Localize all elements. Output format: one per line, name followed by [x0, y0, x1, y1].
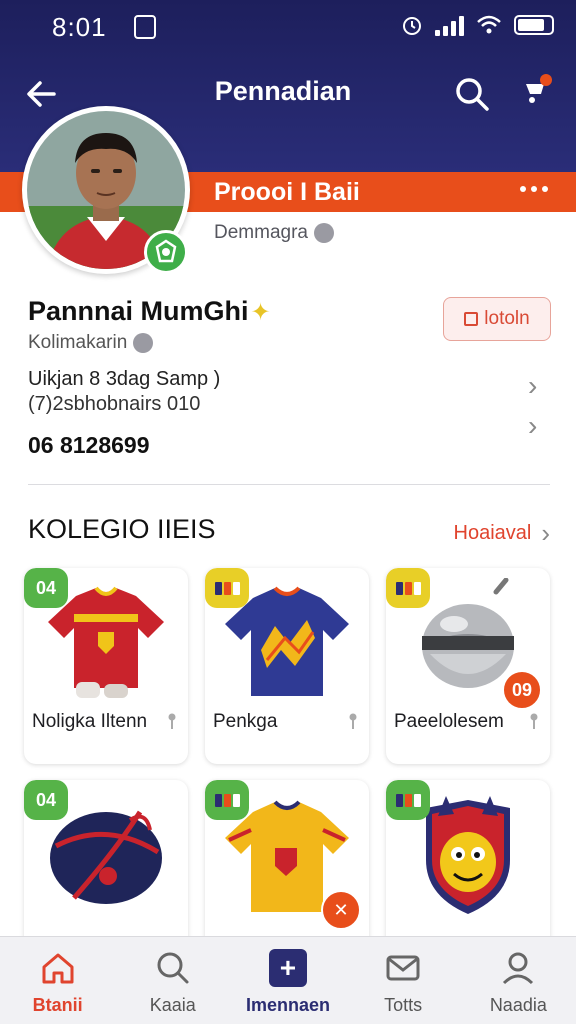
- product-card[interactable]: 04 Noligka Iltenn: [24, 568, 188, 764]
- star-icon: ✦: [250, 299, 271, 326]
- card-label: Penkga: [213, 711, 278, 732]
- nav-search[interactable]: Kaaia: [118, 937, 228, 1024]
- chevron-right-icon[interactable]: ›: [528, 370, 537, 402]
- phone-number: 06 8128699: [28, 432, 150, 458]
- bottom-navigation: Btanii Kaaia + Imennaen Totts Naadia: [0, 936, 576, 1024]
- pin-icon: [349, 713, 357, 729]
- see-all-label: Hoaiaval: [453, 522, 532, 544]
- verified-badge-icon: [144, 230, 188, 274]
- product-card[interactable]: Penkga: [205, 568, 369, 764]
- status-time: 8:01: [52, 12, 107, 42]
- card-category-badge: [205, 780, 249, 820]
- divider: [28, 484, 550, 485]
- mail-icon: [386, 955, 420, 981]
- nav-label: Kaaia: [149, 995, 196, 1015]
- see-all-link[interactable]: Hoaiaval ›: [454, 518, 551, 549]
- edit-button-label: lotoln: [484, 308, 530, 329]
- chevron-right-icon: ›: [541, 518, 550, 548]
- location-pin-icon: [133, 332, 154, 353]
- cart-icon[interactable]: [520, 72, 560, 112]
- flag-icon: ✕: [321, 890, 361, 930]
- profile-location: Kolimakarin: [28, 332, 154, 354]
- notification-icon: [134, 15, 156, 39]
- wifi-icon: [477, 15, 501, 34]
- section-title: KOLEGIO IIEIS: [28, 514, 216, 544]
- banner-title: Proooi I Baii: [214, 178, 360, 206]
- profile-location-text: Kolimakarin: [28, 332, 128, 353]
- subtext-label: Demmagra: [214, 222, 308, 243]
- alarm-icon: [403, 17, 421, 35]
- status-bar: 8:01: [0, 0, 576, 54]
- card-count-badge: 04: [24, 780, 68, 820]
- edit-profile-button[interactable]: lotoln: [443, 297, 551, 341]
- edit-icon: [464, 312, 479, 326]
- nav-label: Totts: [384, 995, 423, 1015]
- card-label: Paeelolesem: [394, 711, 504, 732]
- plus-icon: +: [268, 949, 307, 987]
- nav-home[interactable]: Btanii: [3, 937, 113, 1024]
- more-options-icon[interactable]: [520, 186, 548, 192]
- nav-profile[interactable]: Naadia: [463, 937, 573, 1024]
- info-line-2[interactable]: (7)2sbhobnairs 010: [28, 393, 200, 416]
- search-icon: [157, 952, 189, 984]
- profile-name-text: Pannnai MumGhi: [28, 296, 249, 326]
- profile-subtext: Demmagra: [214, 222, 334, 244]
- product-card[interactable]: 09 Paeelolesem: [386, 568, 550, 764]
- signal-icon: [435, 14, 464, 36]
- profile-name: Pannnai MumGhi✦: [28, 296, 271, 327]
- count-badge: 09: [502, 670, 542, 710]
- status-icons: [401, 14, 554, 36]
- pin-icon: [530, 713, 538, 729]
- search-icon[interactable]: [452, 74, 492, 114]
- card-count-badge: 04: [24, 568, 68, 608]
- card-category-badge: [386, 780, 430, 820]
- user-icon: [503, 952, 534, 985]
- battery-icon: [514, 15, 554, 35]
- card-label: Noligka Iltenn: [32, 711, 148, 732]
- chevron-right-icon[interactable]: ›: [528, 410, 537, 442]
- nav-messages[interactable]: Totts: [348, 937, 458, 1024]
- app-screen: 8:01 Pennadian Proooi I Baii Demmagra Pa…: [0, 0, 576, 1024]
- pin-icon: [168, 713, 176, 729]
- nav-label: Imennaen: [245, 995, 330, 1015]
- nav-label: Naadia: [489, 995, 547, 1015]
- home-icon: [42, 953, 74, 984]
- nav-label: Btanii: [32, 995, 83, 1015]
- info-icon: [313, 222, 334, 243]
- card-category-badge: [386, 568, 430, 608]
- card-category-badge: [205, 568, 249, 608]
- nav-add[interactable]: + Imennaen: [233, 937, 343, 1024]
- info-line-1[interactable]: Uikjan 8 3dag Samp ): [28, 368, 220, 391]
